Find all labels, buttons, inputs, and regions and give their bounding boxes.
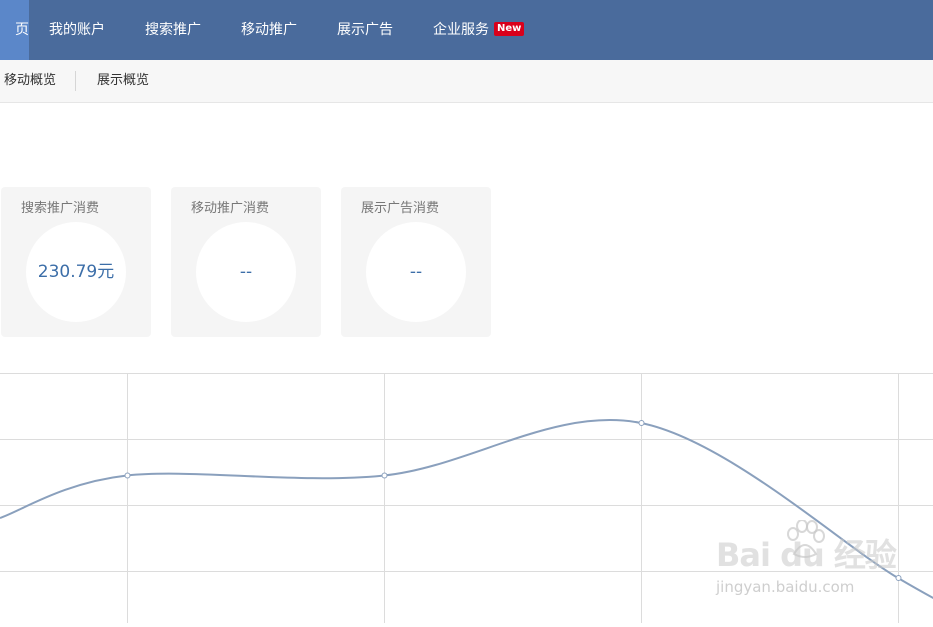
data-point[interactable] bbox=[381, 472, 388, 479]
card-search-spend: 搜索推广消费 230.79元 bbox=[1, 187, 151, 337]
card-mobile-spend-value: -- bbox=[196, 222, 296, 322]
nav-item-enterprise-services[interactable]: 企业服务 New bbox=[433, 0, 525, 60]
subnav-item-display-overview-label: 展示概览 bbox=[97, 73, 150, 88]
card-mobile-spend-title: 移动推广消费 bbox=[191, 201, 270, 216]
data-point[interactable] bbox=[895, 575, 902, 581]
data-point[interactable] bbox=[124, 472, 131, 479]
subnav-item-mobile-overview-label: 移动概览 bbox=[4, 73, 57, 88]
subnav-item-mobile-overview[interactable]: 移动概览 bbox=[4, 60, 56, 102]
nav-item-mobile-promotion-label: 移动推广 bbox=[241, 22, 297, 38]
top-nav-bar: 页 我的账户 搜索推广 移动推广 展示广告 企业服务 New bbox=[0, 0, 933, 60]
nav-item-display-ads[interactable]: 展示广告 bbox=[337, 0, 393, 60]
sub-nav-bar: 移动概览 展示概览 bbox=[0, 60, 933, 103]
subnav-item-display-overview[interactable]: 展示概览 bbox=[97, 60, 149, 102]
nav-item-my-account-label: 我的账户 bbox=[49, 22, 105, 38]
card-mobile-spend: 移动推广消费 -- bbox=[171, 187, 321, 337]
nav-item-home[interactable]: 页 bbox=[0, 0, 29, 60]
nav-item-mobile-promotion[interactable]: 移动推广 bbox=[241, 0, 297, 60]
card-display-spend: 展示广告消费 -- bbox=[341, 187, 491, 337]
spend-trend-chart bbox=[0, 373, 933, 623]
series-line bbox=[0, 418, 933, 600]
subnav-divider bbox=[75, 71, 76, 91]
spend-trend-chart-svg bbox=[0, 373, 933, 623]
nav-item-search-promotion-label: 搜索推广 bbox=[145, 22, 201, 38]
nav-item-search-promotion[interactable]: 搜索推广 bbox=[145, 0, 201, 60]
card-display-spend-value: -- bbox=[366, 222, 466, 322]
card-search-spend-title: 搜索推广消费 bbox=[21, 201, 100, 216]
nav-item-home-label: 页 bbox=[15, 22, 29, 38]
card-display-spend-title: 展示广告消费 bbox=[361, 201, 440, 216]
new-badge: New bbox=[494, 22, 525, 36]
nav-item-my-account[interactable]: 我的账户 bbox=[49, 0, 105, 60]
card-search-spend-value: 230.79元 bbox=[26, 222, 126, 322]
data-point[interactable] bbox=[638, 420, 645, 426]
nav-item-enterprise-services-label: 企业服务 bbox=[433, 22, 489, 38]
nav-item-display-ads-label: 展示广告 bbox=[337, 22, 393, 38]
